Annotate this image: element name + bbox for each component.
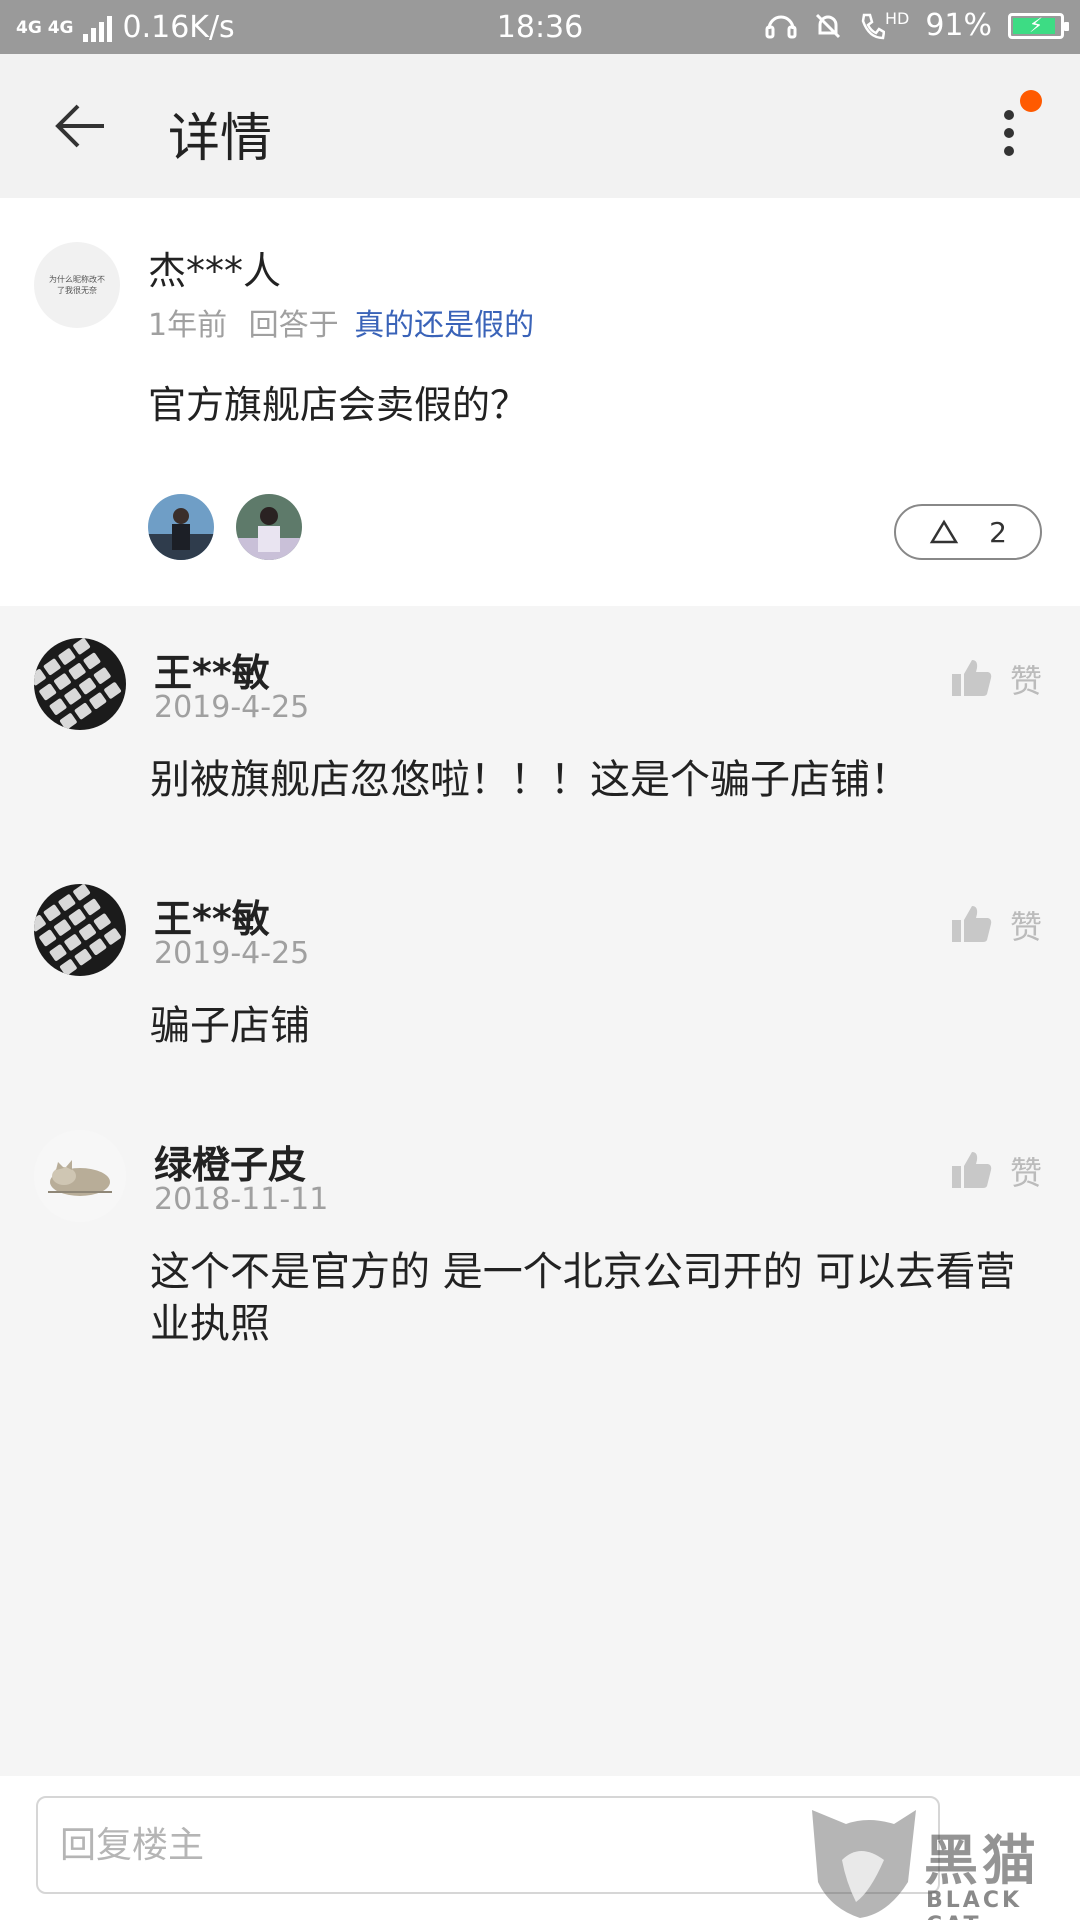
avatar[interactable] <box>34 1130 126 1222</box>
voter-photo-icon <box>148 494 214 560</box>
answer-date: 2018-11-11 <box>154 1182 329 1217</box>
question-text: 官方旗舰店会卖假的？ <box>148 383 529 427</box>
more-menu-button[interactable] <box>980 90 1042 170</box>
answer-item: 绿橙子皮 2018-11-11 赞 这个不是官方的 是一个北京公司开的 可以去看… <box>0 1130 1080 1370</box>
voter-photo-icon <box>236 494 302 560</box>
mute-bell-icon <box>815 13 841 38</box>
question-author[interactable]: 杰***人 <box>148 240 281 295</box>
keyboard-avatar-icon <box>34 884 126 976</box>
voter-avatar[interactable] <box>148 494 214 560</box>
answer-author[interactable]: 绿橙子皮 <box>154 1134 306 1189</box>
charging-icon: ⚡ <box>1029 12 1044 37</box>
answered-label: 回答于 <box>248 308 339 343</box>
notification-badge <box>1020 90 1042 112</box>
answer-item: 王**敏 2019-4-25 赞 别被旗舰店忽悠啦！！！这是个骗子店铺！ <box>0 638 1080 818</box>
answer-text: 骗子店铺 <box>150 1003 310 1049</box>
question-card: 为什么昵称改不了我很无奈 杰***人 1年前 回答于 真的还是假的 官方旗舰店会… <box>0 198 1080 606</box>
avatar[interactable] <box>34 884 126 976</box>
more-dot-icon <box>1004 110 1014 120</box>
sleeping-cat-avatar-icon <box>34 1130 126 1222</box>
vote-count: 2 <box>989 515 1007 549</box>
like-label[interactable]: 赞 <box>1010 656 1042 702</box>
like-label[interactable]: 赞 <box>1010 902 1042 948</box>
time-ago: 1年前 <box>148 308 228 343</box>
like-label[interactable]: 赞 <box>1010 1148 1042 1194</box>
back-arrow-icon <box>55 104 104 148</box>
answer-author[interactable]: 王**敏 <box>154 642 270 697</box>
watermark-text: 黑猫 <box>924 1829 1040 1892</box>
battery-percent: 91% <box>925 8 992 43</box>
thumbs-up-icon[interactable] <box>950 902 994 946</box>
avatar[interactable]: 为什么昵称改不了我很无奈 <box>34 242 120 328</box>
thumbs-up-icon[interactable] <box>950 656 994 700</box>
answer-date: 2019-4-25 <box>154 690 310 725</box>
question-link[interactable]: 真的还是假的 <box>354 308 534 343</box>
avatar[interactable] <box>34 638 126 730</box>
answer-date: 2019-4-25 <box>154 936 310 971</box>
upvote-button[interactable]: 2 <box>894 504 1042 560</box>
more-dot-icon <box>1004 128 1014 138</box>
battery-icon: ⚡ <box>1008 12 1069 39</box>
thumbs-up-icon[interactable] <box>950 1148 994 1192</box>
answer-item: 王**敏 2019-4-25 赞 骗子店铺 <box>0 884 1080 1064</box>
upvote-triangle-icon <box>929 519 959 544</box>
avatar-text: 为什么昵称改不了我很无奈 <box>49 275 105 295</box>
answer-text: 别被旗舰店忽悠啦！！！这是个骗子店铺！ <box>150 757 910 803</box>
more-dot-icon <box>1004 146 1014 156</box>
headset-icon <box>765 15 797 38</box>
status-right: HD 91% ⚡ <box>765 8 1069 43</box>
watermark-subtext: BLACK CAT <box>926 1888 1023 1920</box>
back-button[interactable] <box>50 94 114 158</box>
hd-label: HD <box>884 8 910 28</box>
status-bar: 4G 4G 0.16K/s 18:36 HD 91% ⚡ <box>0 0 1080 54</box>
title-bar: 详情 <box>0 54 1080 198</box>
reply-input[interactable] <box>36 1796 940 1894</box>
answer-text: 这个不是官方的 是一个北京公司开的 可以去看营业执照 <box>150 1249 1016 1347</box>
keyboard-avatar-icon <box>34 638 126 730</box>
answer-author[interactable]: 王**敏 <box>154 888 270 943</box>
question-meta: 1年前 回答于 真的还是假的 <box>148 300 534 344</box>
hd-call-icon: HD <box>859 8 910 41</box>
voter-avatar[interactable] <box>236 494 302 560</box>
page-title: 详情 <box>168 109 273 169</box>
